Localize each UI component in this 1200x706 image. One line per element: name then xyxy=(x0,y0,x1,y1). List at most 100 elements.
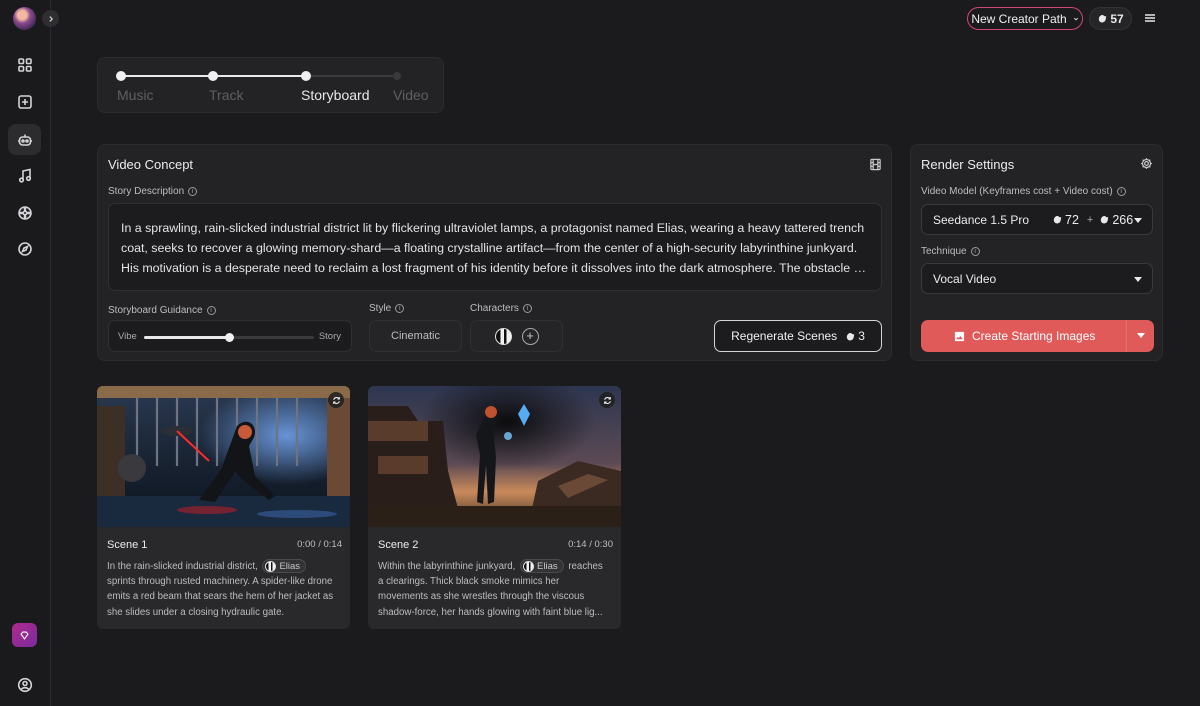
technique-label-text: Technique xyxy=(921,246,967,257)
cost-plus: + xyxy=(1086,213,1094,226)
slider-fill xyxy=(144,336,229,339)
user-avatar[interactable] xyxy=(13,7,36,30)
gear-icon[interactable] xyxy=(1140,157,1153,170)
scene-1-desc-line-2: emits a red beam that sears the hem of h… xyxy=(107,591,334,603)
storyboard-guidance-slider[interactable]: Vibe Story xyxy=(108,320,352,352)
character-avatar xyxy=(265,560,277,572)
step-music[interactable]: Music xyxy=(117,87,154,103)
regenerate-label: Regenerate Scenes xyxy=(731,329,838,343)
user-circle-icon[interactable] xyxy=(8,669,41,700)
character-tag-label: Elias xyxy=(279,560,301,572)
characters-label-text: Characters xyxy=(470,303,519,314)
step-track[interactable]: Track xyxy=(209,87,243,103)
compass-icon[interactable] xyxy=(8,233,41,264)
video-cost: 266 xyxy=(1112,212,1134,227)
render-settings-panel: Render Settings Video Model (Keyframes c… xyxy=(910,144,1163,361)
regenerate-scenes-button[interactable]: Regenerate Scenes 3 xyxy=(714,320,882,352)
scene-2-title: Scene 2 xyxy=(378,539,419,551)
add-character-icon[interactable]: + xyxy=(521,327,539,345)
story-description-label: Story Description i xyxy=(108,186,198,197)
new-creator-path-button[interactable]: New Creator Path xyxy=(967,7,1083,30)
refresh-icon xyxy=(603,396,611,404)
scene-2-image xyxy=(368,386,621,527)
slider-handle[interactable] xyxy=(225,333,234,342)
step-dot-track xyxy=(208,71,218,81)
credits-count: 57 xyxy=(1110,11,1124,26)
story-line-2: coat, seeks to recover a glowing memory-… xyxy=(121,241,858,255)
hamburger-menu-icon[interactable] xyxy=(1142,11,1158,25)
character-avatar xyxy=(523,560,535,572)
step-dot-storyboard xyxy=(301,71,311,81)
dropdown-caret-icon xyxy=(1134,218,1142,223)
image-icon xyxy=(954,331,965,342)
story-line-3: His motivation is a desperate need to re… xyxy=(121,261,868,275)
scene-2-time: 0:14 / 0:30 xyxy=(568,539,613,550)
video-model-label-text: Video Model (Keyframes cost + Video cost… xyxy=(921,186,1113,197)
robot-icon[interactable] xyxy=(8,124,41,155)
create-options-caret-icon[interactable] xyxy=(1137,333,1145,338)
film-icon[interactable] xyxy=(869,158,882,171)
character-tag-elias[interactable]: Elias xyxy=(262,559,307,574)
scene-1-time: 0:00 / 0:14 xyxy=(297,539,342,550)
technique-value: Vocal Video xyxy=(933,271,997,286)
scene-1-desc-line-3: she slides under a closing hydraulic gat… xyxy=(107,606,285,618)
chevron-down-icon xyxy=(1073,17,1078,21)
slider-rail[interactable] xyxy=(144,333,314,342)
scene-2-desc-line-1: a clearings. Thick black smoke mimics he… xyxy=(378,576,560,588)
storyboard-guidance-label: Storyboard Guidance i xyxy=(108,305,216,316)
info-icon[interactable]: i xyxy=(206,306,216,315)
scene-2-description: Within the labyrinthine junkyard, Elias … xyxy=(378,559,618,620)
flower-icon[interactable] xyxy=(8,197,41,228)
video-model-label: Video Model (Keyframes cost + Video cost… xyxy=(921,186,1126,197)
music-note-icon[interactable] xyxy=(8,160,41,191)
scene-card-2[interactable]: Scene 2 0:14 / 0:30 Within the labyrinth… xyxy=(368,386,621,629)
step-storyboard[interactable]: Storyboard xyxy=(301,87,369,103)
scene-1-desc-line-1: sprints through rusted machinery. A spid… xyxy=(107,576,333,588)
regenerate-scene-1-button[interactable] xyxy=(328,392,344,408)
slider-label-story: Story xyxy=(318,331,341,342)
scene-2-desc-line-2: movements as she wrestles through the vi… xyxy=(378,591,585,603)
grid-icon[interactable] xyxy=(8,49,41,80)
info-icon[interactable]: i xyxy=(522,304,532,313)
character-tag-label: Elias xyxy=(537,560,558,572)
slider-label-vibe: Vibe xyxy=(118,331,137,342)
style-selector[interactable]: Cinematic xyxy=(369,320,462,352)
keyframe-cost: 72 xyxy=(1065,212,1079,227)
coin-hand-icon xyxy=(1099,14,1107,23)
story-description-text: Story Description xyxy=(108,186,185,197)
chevron-right-icon xyxy=(48,15,53,22)
character-tag-elias[interactable]: Elias xyxy=(520,559,564,574)
expand-sidebar-button[interactable] xyxy=(42,10,59,27)
gem-icon[interactable] xyxy=(12,623,37,647)
characters-selector: + xyxy=(470,320,563,352)
regenerate-scene-2-button[interactable] xyxy=(599,392,615,408)
story-description-textarea[interactable]: In a sprawling, rain-slicked industrial … xyxy=(108,203,882,291)
video-concept-panel: Video Concept Story Description i In a s… xyxy=(97,144,892,361)
create-starting-images-button[interactable]: Create Starting Images xyxy=(921,320,1154,352)
scene-1-description: In the rain-slicked industrial district,… xyxy=(107,559,347,620)
info-icon[interactable]: i xyxy=(188,187,198,196)
creator-path-label: New Creator Path xyxy=(971,11,1067,26)
scene-2-desc-post: reaches xyxy=(568,561,603,572)
scene-card-1[interactable]: Scene 1 0:00 / 0:14 In the rain-slicked … xyxy=(97,386,350,629)
style-value: Cinematic xyxy=(391,330,440,342)
info-icon[interactable]: i xyxy=(970,247,980,256)
story-line-1: In a sprawling, rain-slicked industrial … xyxy=(121,221,865,235)
scene-2-desc-pre: Within the labyrinthine junkyard, xyxy=(378,561,516,572)
add-square-icon[interactable] xyxy=(8,86,41,117)
info-icon[interactable]: i xyxy=(395,304,405,313)
video-model-value: Seedance 1.5 Pro xyxy=(933,212,1030,227)
style-label-text: Style xyxy=(369,303,392,314)
character-avatar[interactable] xyxy=(494,327,512,345)
scene-2-desc-line-3: shadow-force, her hands glowing with fai… xyxy=(378,606,603,618)
video-model-select[interactable]: Seedance 1.5 Pro 72 + 266 xyxy=(921,204,1153,235)
credits-badge[interactable]: 57 xyxy=(1089,7,1132,30)
refresh-icon xyxy=(332,396,340,404)
characters-label: Characters i xyxy=(470,303,532,314)
model-costs: 72 + 266 xyxy=(1052,213,1133,227)
technique-label: Technique i xyxy=(921,246,980,257)
info-icon[interactable]: i xyxy=(1116,187,1126,196)
create-starting-images-label: Create Starting Images xyxy=(972,329,1096,343)
split-divider xyxy=(1126,320,1127,352)
technique-select[interactable]: Vocal Video xyxy=(921,263,1153,294)
